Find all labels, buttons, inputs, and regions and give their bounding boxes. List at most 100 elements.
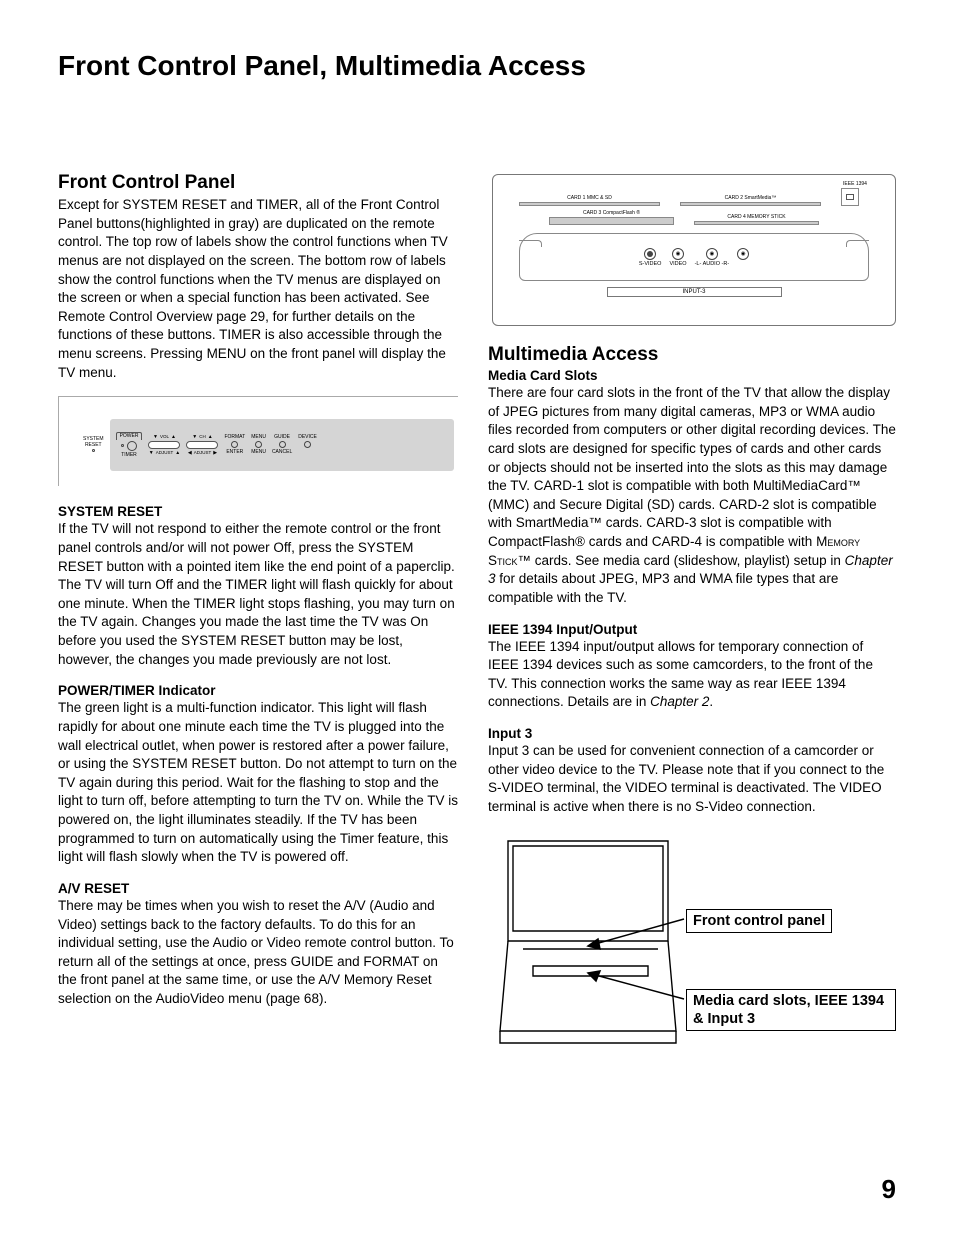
vol-adjust-group: VOL ADJUST [148,434,180,456]
mcs-text-1: There are four card slots in the front o… [488,385,896,549]
triangle-down-icon [149,450,154,456]
mcs-text-1c: for details about JPEG, MP3 and WMA file… [488,571,838,605]
power-timer-heading: POWER/TIMER Indicator [58,683,458,698]
mcs-text-1b: ™ cards. See media card (slideshow, play… [518,553,845,568]
power-button-icon [127,441,137,451]
svideo-label: S-VIDEO [639,261,662,267]
system-reset-heading: SYSTEM RESET [58,504,458,519]
rca-port-icon: ◉ [737,248,749,260]
vol-label: VOL [160,434,169,439]
card4-slot: CARD 4 MEMORY STICK [694,214,819,225]
front-control-panel-callout: Front control panel [686,909,832,933]
card-slot-icon [680,202,821,206]
guide-cancel-group: GUIDE CANCEL [272,434,292,455]
multimedia-access-heading: Multimedia Access [488,344,896,366]
two-column-layout: Front Control Panel Except for SYSTEM RE… [58,172,896,1061]
card-slot-icon [519,202,660,206]
ieee1394-paragraph: The IEEE 1394 input/output allows for te… [488,638,896,713]
menu2-label: MENU [251,449,266,455]
ieee1394-port-icon [841,188,859,206]
adjust-label: ADJUST [156,450,174,455]
rca-port-icon: ◉ [706,248,718,260]
multimedia-diagram: CARD 1 MMC & SD CARD 2 SmartMedia™ IEEE … [492,174,896,326]
front-control-panel-heading: Front Control Panel [58,172,458,194]
input3-heading: Input 3 [488,726,896,741]
input3-paragraph: Input 3 can be used for convenient conne… [488,742,896,817]
cancel-label: CANCEL [272,449,292,455]
device-label: DEVICE [298,434,317,440]
ieee1394-label: IEEE 1394 [841,181,869,187]
enter-label: ENTER [226,449,243,455]
front-control-panel-diagram: SYSTEM RESET POWER TIMER VOL ADJUST [58,396,458,486]
media-card-slots-paragraph: There are four card slots in the front o… [488,384,896,608]
card3-slot: CARD 3 CompactFlash ® [549,210,674,225]
card3-label: CARD 3 CompactFlash ® [549,210,674,216]
audio-l-jack: ◉ -L- AUDIO -R- [695,248,730,267]
ch-adjust-group: CH ADJUST [186,434,218,456]
ieee-text-2: . [709,694,713,709]
media-card-slots-callout: Media card slots, IEEE 1394 & Input 3 [686,989,896,1031]
card-slot-icon [694,221,819,225]
card-slot-icon [549,217,674,225]
triangle-left-icon [188,450,192,456]
card2-label: CARD 2 SmartMedia™ [680,195,821,201]
left-column: Front Control Panel Except for SYSTEM RE… [58,172,458,1061]
guide-label: GUIDE [274,434,290,440]
device-group: DEVICE X [298,434,317,455]
guide-button-icon [279,441,286,448]
card2-slot: CARD 2 SmartMedia™ [680,195,821,206]
audio-l-label: -L- [695,261,702,267]
ch-rocker-icon [186,441,218,449]
ch-label: CH [199,434,206,439]
adjust2-label: ADJUST [194,450,212,455]
audio-r-label: -R- [722,261,730,267]
audio-r-jack: ◉ [737,248,749,267]
front-control-panel-intro: Except for SYSTEM RESET and TIMER, all o… [58,196,458,382]
triangle-up-icon [175,450,180,456]
system-reset-button-icon [92,449,95,452]
page-number: 9 [882,1174,896,1205]
chapter2-ref: Chapter 2 [650,694,709,709]
power-timer-group: POWER TIMER [116,432,143,458]
card1-label: CARD 1 MMC & SD [519,195,660,201]
input3-label-box: INPUT-3 [607,287,782,297]
media-card-slots-heading: Media Card Slots [488,368,896,383]
tv-outline-icon [488,831,688,1051]
timer-led-icon [121,444,124,447]
format-button-icon [231,441,238,448]
av-reset-paragraph: There may be times when you wish to rese… [58,897,458,1009]
card4-label: CARD 4 MEMORY STICK [694,214,819,220]
video-jack: ◉ VIDEO [669,248,686,267]
audio-label: AUDIO [703,261,720,267]
svideo-jack: S-VIDEO [639,248,662,267]
system-reset-paragraph: If the TV will not respond to either the… [58,520,458,669]
triangle-up-icon [208,434,213,440]
device-button-icon [304,441,311,448]
power-label: POWER [116,432,143,440]
av-jack-row: S-VIDEO ◉ VIDEO ◉ -L- AUDIO -R- ◉ [519,233,869,281]
format-enter-group: FORMAT ENTER [224,434,245,455]
system-reset-label: SYSTEM RESET [83,437,104,452]
rca-port-icon: ◉ [672,248,684,260]
vol-rocker-icon [148,441,180,449]
triangle-up-icon [171,434,176,440]
video-label: VIDEO [669,261,686,267]
menu-group: MENU MENU [251,434,266,455]
tv-illustration: Front control panel Media card slots, IE… [488,831,896,1061]
triangle-right-icon [213,450,217,456]
right-column: CARD 1 MMC & SD CARD 2 SmartMedia™ IEEE … [488,172,896,1061]
card1-slot: CARD 1 MMC & SD [519,195,660,206]
av-reset-heading: A/V RESET [58,881,458,896]
format-label: FORMAT [224,434,245,440]
gray-button-panel: POWER TIMER VOL ADJUST CH ADJUST [110,419,454,471]
system-reset-text: SYSTEM RESET [83,437,104,448]
page-title: Front Control Panel, Multimedia Access [58,50,896,82]
triangle-down-icon [153,434,158,440]
ieee1394-slot: IEEE 1394 [841,181,869,206]
ieee1394-heading: IEEE 1394 Input/Output [488,622,896,637]
timer-label: TIMER [121,452,137,458]
menu-button-icon [255,441,262,448]
triangle-down-icon [192,434,197,440]
power-timer-paragraph: The green light is a multi-function indi… [58,699,458,867]
menu-label: MENU [251,434,266,440]
